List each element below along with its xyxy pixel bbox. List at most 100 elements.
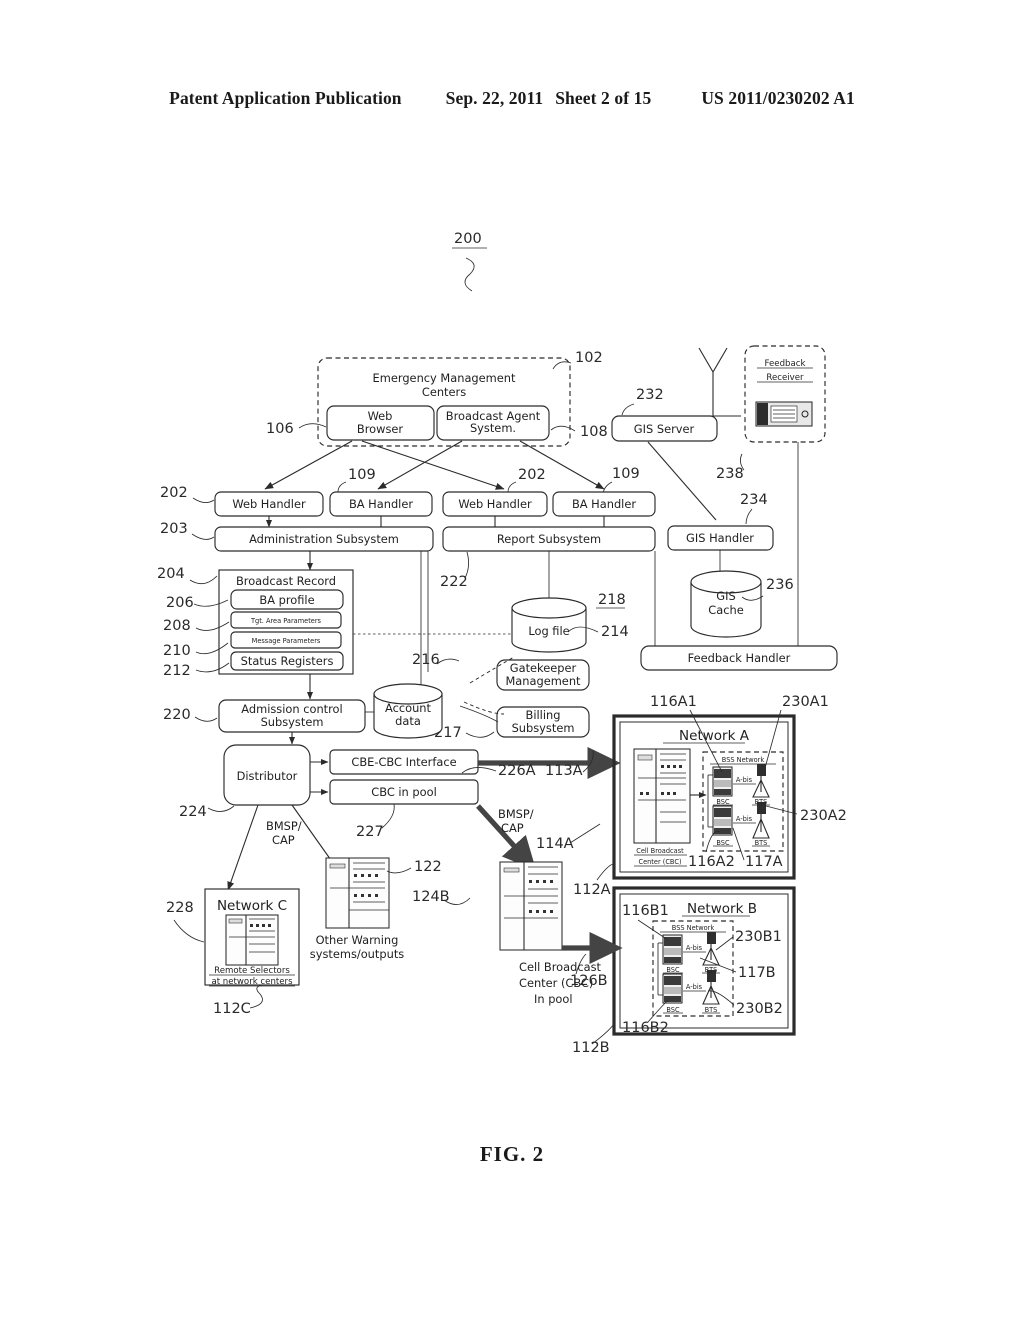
web-handler-2-block[interactable]: Web Handler (442, 491, 548, 517)
ba-handler-1-block[interactable]: BA Handler (329, 491, 433, 517)
log-file-cylinder: Log file (511, 597, 587, 653)
ref-117A-group: 117A (732, 827, 783, 870)
gis-handler-label: GIS Handler (686, 531, 754, 545)
web-browser-line2: Browser (357, 422, 403, 436)
ref-116B2: 116B2 (622, 1020, 669, 1036)
ref-112A-group: 112A (573, 863, 614, 898)
bmsp-cap-left-l1: BMSP/ (266, 819, 302, 833)
gis-cache-cylinder: GIS Cache (690, 570, 762, 638)
cbc-in-pool-label: CBC in pool (371, 785, 436, 799)
network-a-bts-1-icon (752, 764, 770, 798)
bmsp-cap-label-left: BMSP/ CAP (266, 819, 302, 847)
ref-230A1: 230A1 (782, 694, 829, 710)
ref-230B1: 230B1 (735, 929, 782, 945)
ref-226A: 226A (498, 763, 536, 779)
distributor-out-links (310, 758, 329, 796)
broadcast-record-label: Broadcast Record (236, 574, 336, 588)
network-a-cbc-line2: Center (CBC) (638, 858, 681, 866)
ref-113A: 113A (545, 763, 583, 779)
gis-handler-block[interactable]: GIS Handler (667, 525, 774, 551)
ref-106-group: 106 (266, 421, 327, 437)
ref-112A: 112A (573, 882, 611, 898)
ref-228-group: 228 (166, 900, 205, 943)
billing-line1: Billing (526, 708, 561, 722)
cbc-in-pool-block[interactable]: CBC in pool (329, 779, 479, 805)
report-subsystem-block[interactable]: Report Subsystem (442, 526, 656, 552)
cbe-cbc-interface-block[interactable]: CBE-CBC Interface (329, 749, 479, 775)
gis-server-block[interactable]: GIS Server (611, 415, 718, 442)
ref-217-group: 217 (434, 725, 495, 741)
ref-234: 234 (740, 492, 768, 508)
ref-114A-group: 114A (536, 823, 601, 852)
network-a-bsc-1-icon (712, 766, 733, 797)
broadcast-agent-system-block[interactable]: Broadcast Agent System. (436, 405, 550, 441)
feedback-handler-label: Feedback Handler (688, 651, 791, 665)
ref-200: 200 (454, 231, 482, 247)
cbe-cbc-interface-label: CBE-CBC Interface (351, 755, 456, 769)
ref-214: 214 (601, 624, 629, 640)
bmsp-cap-label-right: BMSP/ CAP (498, 807, 534, 835)
ref-109b-group: 109 (602, 466, 640, 495)
billing-subsystem-block[interactable]: Billing Subsystem (496, 706, 590, 738)
ref-122-group: 122 (386, 859, 442, 875)
other-warning-line2: systems/outputs (310, 947, 405, 961)
feedback-handler-block[interactable]: Feedback Handler (640, 645, 838, 671)
ref-102-group: 102 (552, 350, 603, 370)
web-handler-1-block[interactable]: Web Handler (214, 491, 324, 517)
gatekeeper-management-block[interactable]: Gatekeeper Management (496, 659, 590, 691)
ref-206: 206 (166, 595, 194, 611)
ref-222-group: 222 (440, 551, 470, 590)
ref-109b: 109 (612, 466, 640, 482)
network-b-bsc-2-icon (662, 973, 683, 1004)
patent-figure-2: 200 Emergency Management Centers Web Bro… (157, 231, 847, 1056)
admission-control-block[interactable]: Admission control Subsystem (218, 699, 366, 733)
antenna-icon (698, 347, 741, 417)
gis-cache-line2: Cache (708, 603, 743, 617)
network-a-label: Network A (679, 728, 750, 744)
ref-204: 204 (157, 566, 185, 582)
network-b-bts-2-icon (702, 970, 720, 1005)
administration-subsystem-label: Administration Subsystem (249, 532, 399, 546)
network-b-bsc-1-icon (662, 934, 683, 965)
status-registers-label: Status Registers (241, 654, 334, 668)
ref-117A: 117A (745, 854, 783, 870)
ref-116B2-group: 116B2 (622, 999, 669, 1036)
handler-subsystem-links (265, 516, 605, 528)
ref-232-group: 232 (621, 387, 664, 416)
web-browser-block[interactable]: Web Browser (326, 405, 435, 441)
feedback-receiver-line2: Receiver (766, 373, 804, 383)
network-a-cbc-server-icon (633, 748, 691, 844)
ref-220-group: 220 (163, 707, 218, 723)
account-data-line1: Account (385, 701, 432, 715)
other-warning-server-icon (325, 857, 390, 929)
ref-216-group: 216 (412, 652, 460, 668)
administration-subsystem-block[interactable]: Administration Subsystem (214, 526, 434, 552)
network-a-abis-2: A-bis (736, 815, 753, 823)
ref-210: 210 (163, 643, 191, 659)
ref-227-group: 227 (356, 803, 395, 840)
remote-selectors-line1: Remote Selectors (214, 966, 290, 976)
ba-handler-1-label: BA Handler (349, 497, 413, 511)
ref-230B2: 230B2 (736, 1001, 783, 1017)
other-warning-systems: Other Warning systems/outputs (310, 857, 405, 961)
ref-220: 220 (163, 707, 191, 723)
ref-238: 238 (716, 466, 744, 482)
ref-202b: 202 (518, 467, 546, 483)
ba-handler-2-block[interactable]: BA Handler (552, 491, 656, 517)
ref-109a: 109 (348, 467, 376, 483)
broadcast-agent-line2: System. (470, 421, 516, 435)
distributor-block[interactable]: Distributor (223, 744, 311, 806)
cbc-pool-line1: Cell Broadcast (519, 960, 602, 974)
ref-116A1: 116A1 (650, 694, 697, 710)
other-warning-line1: Other Warning (316, 933, 399, 947)
ref-112C-group: 112C (213, 984, 265, 1017)
ref-108-group: 108 (550, 424, 608, 440)
ref-216: 216 (412, 652, 440, 668)
network-c-box: Network C Remote Selectors at network ce… (204, 888, 300, 987)
ref-234-group: 234 (740, 492, 768, 525)
ba-handler-2-label: BA Handler (572, 497, 636, 511)
ref-224: 224 (179, 804, 207, 820)
ref-227: 227 (356, 824, 384, 840)
ref-126B: 126B (570, 973, 608, 989)
gis-server-label: GIS Server (634, 422, 695, 436)
